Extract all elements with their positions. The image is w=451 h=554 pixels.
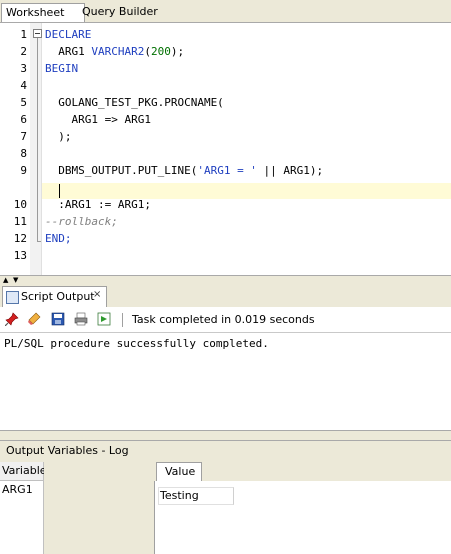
line-number: 3 — [20, 62, 27, 75]
line-number: 5 — [20, 96, 27, 109]
print-icon[interactable] — [74, 312, 88, 326]
line-number: 2 — [20, 45, 27, 58]
open-file-icon[interactable] — [97, 312, 111, 326]
collapse-up-icon[interactable]: ▲ — [3, 277, 8, 284]
output-variables-title: Output Variables - Log — [6, 444, 129, 457]
panel-splitter[interactable]: ▲ ▼ — [0, 275, 451, 285]
line-number: 8 — [20, 147, 27, 160]
eraser-icon[interactable] — [27, 312, 41, 326]
tab-query-builder[interactable]: Query Builder — [78, 3, 162, 21]
editor-tab-bar: Worksheet Query Builder — [0, 0, 451, 23]
fold-margin — [30, 23, 42, 275]
close-icon[interactable]: × — [93, 289, 101, 300]
line-number: 13 — [13, 249, 27, 262]
sql-editor[interactable]: 1 2 3 4 5 6 7 8 9 10 11 12 13 DECLARE AR… — [0, 23, 451, 275]
code-line: ARG1 VARCHAR2(200); — [45, 45, 185, 58]
line-number: 4 — [20, 79, 27, 92]
task-status-text: Task completed in 0.019 seconds — [132, 313, 315, 326]
tab-worksheet[interactable]: Worksheet — [1, 3, 85, 22]
code-line: :ARG1 := ARG1; — [45, 198, 151, 211]
code-line: GOLANG_TEST_PKG.PROCNAME( — [45, 96, 224, 109]
current-line-highlight — [42, 183, 451, 199]
line-number: 9 — [20, 164, 27, 177]
line-number: 1 — [20, 28, 27, 41]
script-output-toolbar: Task completed in 0.019 seconds — [0, 308, 451, 333]
output-tab-bar: Script Output × — [0, 285, 451, 307]
variable-column-header: Variable — [0, 462, 47, 481]
script-output-content[interactable]: PL/SQL procedure successfully completed. — [0, 333, 451, 431]
save-icon[interactable] — [51, 312, 65, 326]
line-number: 10 — [13, 198, 27, 211]
fold-guide — [37, 38, 38, 242]
pin-icon[interactable] — [5, 312, 19, 326]
line-number: 7 — [20, 130, 27, 143]
code-line: ARG1 => ARG1 — [45, 113, 151, 126]
value-panel: Testing — [154, 481, 451, 554]
collapse-down-icon[interactable]: ▼ — [13, 277, 18, 284]
toolbar-separator — [122, 313, 123, 327]
line-number-gutter: 1 2 3 4 5 6 7 8 9 10 11 12 13 — [0, 23, 30, 275]
variable-row[interactable]: ARG1 — [2, 483, 33, 496]
tab-script-output[interactable]: Script Output × — [2, 286, 107, 307]
line-number: 6 — [20, 113, 27, 126]
fold-guide-end — [37, 241, 41, 242]
line-number: 12 — [13, 232, 27, 245]
code-line: BEGIN — [45, 62, 79, 75]
value-cell[interactable]: Testing — [158, 487, 234, 505]
code-line: ); — [45, 130, 72, 143]
output-message: PL/SQL procedure successfully completed. — [4, 337, 269, 350]
code-line: END; — [45, 232, 72, 245]
collapse-icon[interactable] — [33, 29, 42, 38]
value-tab-bar: Value — [154, 460, 451, 481]
panel-gap — [44, 462, 154, 554]
panel-divider — [0, 431, 451, 440]
code-line: DECLARE — [45, 28, 92, 41]
output-variables-panel: Variable ARG1 Value Testing — [0, 460, 451, 554]
script-output-icon — [6, 291, 19, 304]
line-number: 11 — [13, 215, 27, 228]
text-caret — [59, 184, 60, 198]
code-line: DBMS_OUTPUT.PUT_LINE('ARG1 = ' || ARG1); — [45, 164, 324, 177]
variables-table: Variable ARG1 — [0, 462, 47, 554]
tab-value[interactable]: Value — [156, 462, 202, 481]
code-line: --rollback; — [45, 215, 118, 228]
tab-label: Script Output — [21, 290, 95, 303]
output-variables-header: Output Variables - Log — [0, 440, 451, 460]
